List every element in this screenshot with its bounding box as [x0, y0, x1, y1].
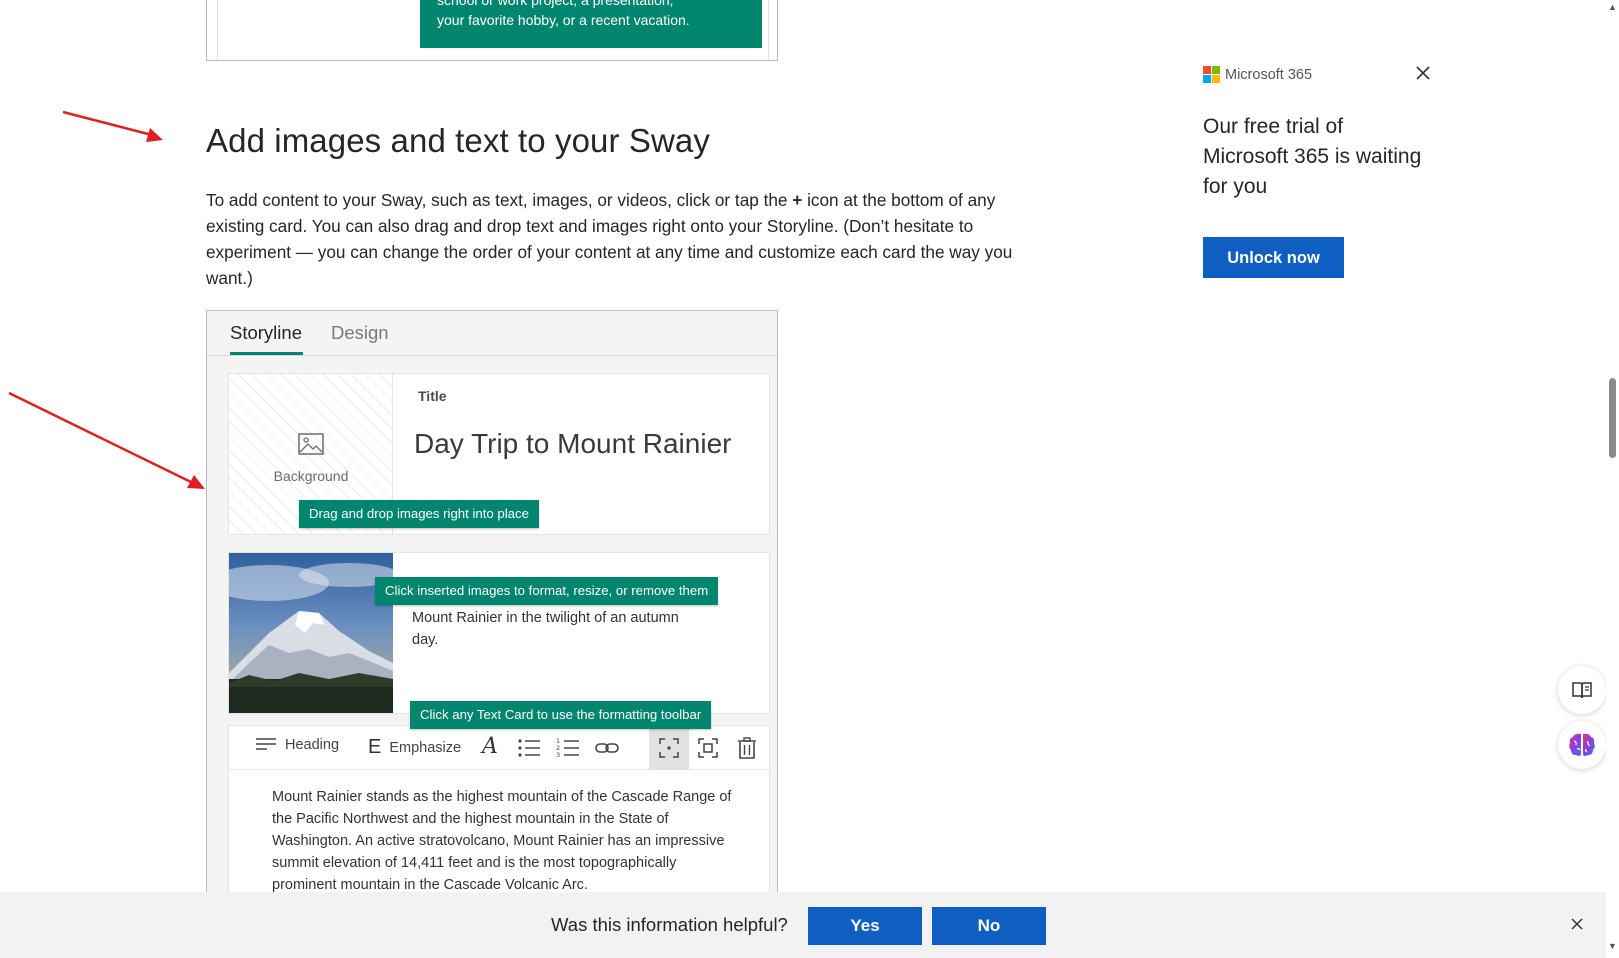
- title-label: Title: [418, 388, 447, 404]
- immersive-reader-button[interactable]: [1558, 666, 1606, 714]
- heading-label: Heading: [285, 737, 340, 753]
- heading-icon: [256, 738, 276, 750]
- scroll-up-arrow-icon[interactable]: ▲: [1608, 2, 1617, 12]
- ad-text: Our free trial of Microsoft 365 is waiti…: [1203, 115, 1422, 198]
- plus-symbol: +: [792, 190, 803, 210]
- page-scrollbar[interactable]: ▲ ▼: [1606, 0, 1619, 958]
- heading-button[interactable]: Heading: [255, 736, 339, 754]
- title-text: Day Trip to Mount Rainier: [414, 428, 732, 459]
- copilot-brain-button[interactable]: [1558, 721, 1606, 769]
- feedback-close-icon[interactable]: [1567, 914, 1587, 934]
- formatting-toolbar: Heading E Emphasize A 1 2 3: [229, 726, 769, 770]
- previous-figure: school or work project, a presentation, …: [206, 0, 778, 61]
- text-card-tip: Click any Text Card to use the formattin…: [410, 701, 712, 729]
- emphasize-icon: E: [368, 736, 382, 758]
- previous-figure-line-2: your favorite hobby, or a recent vacatio…: [437, 12, 690, 28]
- section-paragraph: To add content to your Sway, such as tex…: [206, 187, 1046, 291]
- feedback-yes-button[interactable]: Yes: [808, 907, 922, 945]
- tab-storyline: Storyline: [230, 322, 302, 343]
- sway-storyline-figure: Storyline Design Background Title Day Tr…: [206, 310, 778, 910]
- focus-icon[interactable]: [657, 736, 681, 760]
- annotation-arrow-1: [62, 110, 163, 142]
- mount-rainier-photo: [229, 553, 393, 713]
- bullet-list-icon[interactable]: [517, 736, 541, 760]
- unlock-now-button[interactable]: Unlock now: [1203, 237, 1344, 278]
- brain-icon: [1569, 733, 1595, 756]
- reader-icon: [1572, 682, 1592, 699]
- microsoft-365-logo: Microsoft 365: [1203, 66, 1312, 83]
- feedback-bar: Was this information helpful? Yes No: [0, 892, 1606, 958]
- image-placeholder-icon: [298, 433, 324, 455]
- background-label: Background: [273, 468, 349, 484]
- scroll-down-arrow-icon[interactable]: ▼: [1608, 941, 1617, 951]
- previous-figure-line-1: school or work project, a presentation,: [437, 0, 674, 8]
- tab-design: Design: [331, 322, 389, 343]
- image-format-tip: Click inserted images to format, resize,…: [375, 577, 719, 605]
- feedback-no-button[interactable]: No: [932, 907, 1046, 945]
- scroll-thumb[interactable]: [1609, 378, 1616, 458]
- section-heading: Add images and text to your Sway: [206, 122, 710, 159]
- storyline-tabs: Storyline Design: [207, 311, 777, 356]
- mountain-image-icon: [229, 553, 393, 713]
- ad-close-icon[interactable]: [1412, 62, 1434, 84]
- previous-figure-inner: school or work project, a presentation, …: [217, 0, 769, 60]
- delete-icon[interactable]: [735, 736, 759, 760]
- feedback-question: Was this information helpful?: [551, 914, 788, 935]
- ad-brand: Microsoft 365: [1225, 66, 1313, 83]
- previous-figure-callout: school or work project, a presentation, …: [420, 0, 762, 48]
- emphasize-button[interactable]: E Emphasize: [368, 736, 461, 759]
- tab-underline: [230, 352, 303, 355]
- annotation-arrow-2: [8, 391, 205, 489]
- drag-drop-tip: Drag and drop images right into place: [299, 500, 539, 528]
- svg-text:3: 3: [556, 751, 560, 759]
- link-icon[interactable]: [595, 736, 619, 760]
- microsoft-logo-icon: [1203, 66, 1220, 83]
- text-card-body: Mount Rainier stands as the highest moun…: [272, 789, 732, 893]
- numbered-list-icon[interactable]: 1 2 3: [556, 736, 580, 760]
- emphasis-frame-icon[interactable]: [696, 736, 720, 760]
- emphasize-label: Emphasize: [389, 739, 462, 756]
- font-icon[interactable]: A: [482, 734, 506, 759]
- image-caption: Mount Rainier in the twilight of an autu…: [412, 610, 679, 648]
- paragraph-part-1: To add content to your Sway, such as tex…: [206, 190, 793, 210]
- text-card: Heading E Emphasize A 1 2 3 Mount Rainie…: [228, 725, 770, 909]
